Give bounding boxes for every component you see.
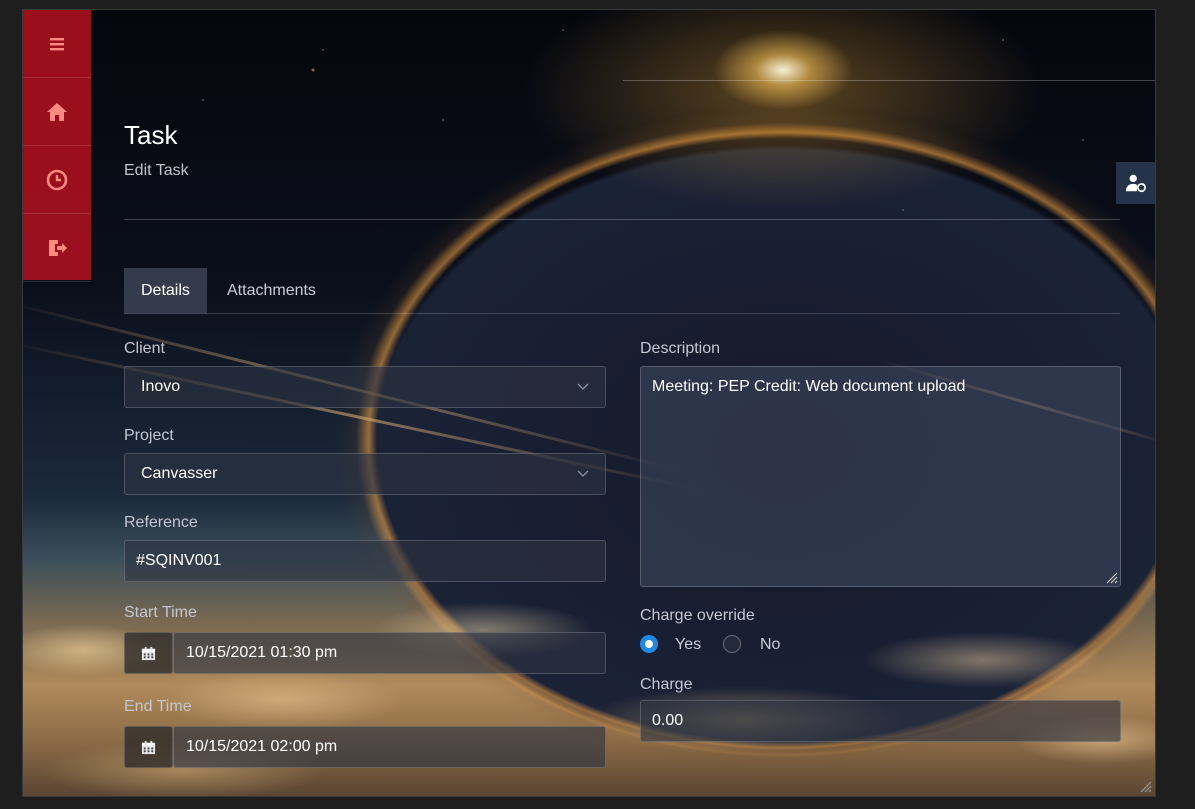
start-time-value: 10/15/2021 01:30 pm [186, 644, 338, 661]
charge-override-yes-label[interactable]: Yes [675, 636, 701, 654]
client-label: Client [124, 340, 165, 357]
start-time-input[interactable]: 10/15/2021 01:30 pm [173, 632, 606, 674]
home-button[interactable] [23, 78, 91, 146]
end-time-calendar-button[interactable] [124, 726, 173, 768]
reference-value: #SQINV001 [136, 552, 222, 569]
horizon-line [623, 80, 1155, 81]
resize-grip-icon[interactable] [1104, 570, 1118, 584]
logout-icon [49, 239, 67, 256]
background-stars [23, 10, 1155, 270]
start-time-calendar-button[interactable] [124, 632, 173, 674]
start-time-label: Start Time [124, 604, 197, 621]
tab-attachments[interactable]: Attachments [210, 268, 333, 314]
project-label: Project [124, 427, 174, 444]
calendar-icon [141, 646, 156, 660]
charge-value: 0.00 [652, 712, 684, 729]
page-title: Task [124, 120, 178, 150]
client-select[interactable]: Inovo [124, 366, 606, 408]
charge-override-no-radio[interactable] [723, 635, 741, 653]
reference-label: Reference [124, 514, 198, 531]
tab-bar: Details Attachments [124, 268, 1120, 314]
charge-label: Charge [640, 676, 693, 693]
menu-icon [50, 37, 64, 50]
app-window: Task Edit Task Details Attachments Clien… [22, 9, 1156, 797]
history-button[interactable] [23, 146, 91, 214]
charge-override-label: Charge override [640, 607, 755, 624]
client-value: Inovo [141, 378, 181, 395]
description-value: Meeting: PEP Credit: Web document upload [652, 378, 966, 395]
calendar-icon [141, 740, 156, 754]
end-time-input[interactable]: 10/15/2021 02:00 pm [173, 726, 606, 768]
charge-override-no-label[interactable]: No [760, 636, 780, 654]
chevron-down-icon [577, 383, 589, 390]
description-label: Description [640, 340, 721, 357]
menu-button[interactable] [23, 10, 91, 78]
user-refresh-icon [1125, 174, 1146, 193]
tab-details[interactable]: Details [124, 268, 207, 314]
description-textarea[interactable]: Meeting: PEP Credit: Web document upload [640, 366, 1121, 587]
page-subtitle: Edit Task [124, 162, 189, 179]
window-resize-grip-icon[interactable] [1138, 779, 1152, 793]
header-divider [124, 219, 1120, 220]
home-icon [47, 102, 67, 121]
sidebar [23, 10, 91, 282]
project-value: Canvasser [141, 465, 218, 482]
charge-input[interactable]: 0.00 [640, 700, 1121, 742]
end-time-label: End Time [124, 698, 192, 715]
user-refresh-button[interactable] [1116, 162, 1155, 204]
charge-override-yes-radio[interactable] [640, 635, 658, 653]
logout-button[interactable] [23, 214, 91, 282]
project-select[interactable]: Canvasser [124, 453, 606, 495]
clock-icon [46, 169, 68, 190]
end-time-value: 10/15/2021 02:00 pm [186, 738, 338, 755]
chevron-down-icon [577, 470, 589, 477]
reference-input[interactable]: #SQINV001 [124, 540, 606, 582]
